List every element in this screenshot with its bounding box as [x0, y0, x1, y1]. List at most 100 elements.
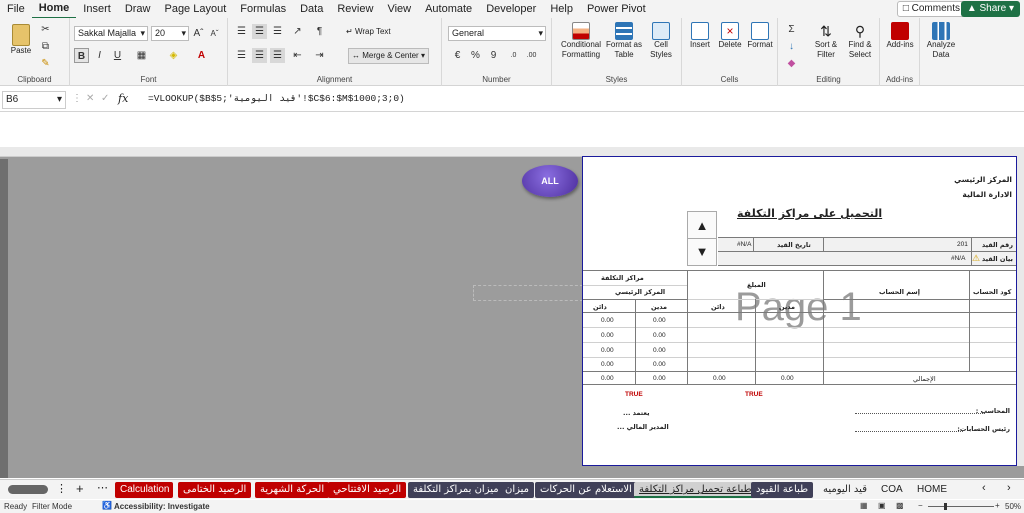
tab-cost-center-print[interactable]: طباعة تحميل مراكز التكلفة	[634, 482, 757, 498]
tab-closing-balance[interactable]: الرصيد الختامى	[178, 482, 252, 498]
cut-icon[interactable]: ✂	[38, 22, 53, 37]
zoom-slider[interactable]	[928, 506, 994, 507]
more-sheets-icon[interactable]: ⋯	[97, 481, 108, 494]
font-size-select[interactable]: 20 ▾	[151, 26, 189, 41]
tab-trial-balance-cc[interactable]: ميزان بمراكز التكلفة	[408, 482, 504, 498]
next-entry-button[interactable]: ▼	[688, 239, 716, 265]
decrease-decimal-icon[interactable]: .00	[524, 48, 539, 63]
menu-data[interactable]: Data	[293, 0, 330, 18]
zoom-level[interactable]: 50%	[1005, 502, 1021, 511]
merge-center-button[interactable]: ↔ Merge & Center ▾	[348, 48, 429, 64]
addins-button[interactable]: Add-ins	[882, 22, 918, 50]
menu-help[interactable]: Help	[543, 0, 580, 18]
borders-icon[interactable]: ▦	[134, 48, 149, 63]
wrap-text-button[interactable]: ↵ Wrap Text	[346, 27, 391, 37]
previous-entry-button[interactable]: ▲	[688, 212, 716, 239]
comma-icon[interactable]: 9	[486, 48, 501, 63]
align-left-icon[interactable]: ☰	[234, 48, 249, 63]
cancel-icon[interactable]: ✕	[86, 93, 94, 104]
warning-icon[interactable]: ⚠	[972, 253, 980, 264]
currency-icon[interactable]: €	[450, 48, 465, 63]
tab-movements-inquiry[interactable]: الاستعلام عن الحركات	[535, 482, 637, 498]
page-layout-view-icon[interactable]: ▣	[878, 501, 886, 510]
paste-button[interactable]: Paste	[8, 24, 34, 56]
add-sheet-icon[interactable]: +	[76, 481, 84, 496]
cell-styles-button[interactable]: Cell Styles	[644, 22, 678, 60]
increase-font-icon[interactable]: Aˆ	[191, 26, 206, 41]
bold-button[interactable]: B	[74, 48, 89, 63]
cc-row-1-debit[interactable]: 0.00	[653, 317, 666, 324]
format-painter-icon[interactable]: ✎	[38, 56, 53, 71]
tab-calculation[interactable]: Calculation	[115, 482, 173, 498]
align-bottom-icon[interactable]: ☰	[270, 24, 285, 39]
normal-view-icon[interactable]: ▦	[860, 501, 868, 510]
delete-cells-button[interactable]: × Delete	[716, 22, 744, 50]
menu-formulas[interactable]: Formulas	[233, 0, 293, 18]
analyze-data-button[interactable]: Analyze Data	[922, 22, 960, 60]
chevron-right-icon[interactable]: ›	[1007, 482, 1011, 494]
menu-developer[interactable]: Developer	[479, 0, 543, 18]
cc-row-2-debit[interactable]: 0.00	[653, 332, 666, 339]
page-break-view-icon[interactable]: ▩	[896, 501, 904, 510]
tab-print-entries[interactable]: طباعة القيود	[751, 482, 814, 498]
cc-row-4-credit[interactable]: 0.00	[601, 361, 614, 368]
zoom-out-icon[interactable]: −	[918, 501, 923, 510]
format-as-table-button[interactable]: Format as Table	[606, 22, 642, 60]
all-button[interactable]: ALL	[522, 165, 578, 197]
cc-row-4-debit[interactable]: 0.00	[653, 361, 666, 368]
copy-icon[interactable]: ⧉	[38, 39, 53, 54]
menu-home[interactable]: Home	[31, 0, 77, 19]
tab-monthly-movement[interactable]: الحركة الشهرية	[255, 482, 330, 498]
align-center-icon[interactable]: ☰	[252, 48, 267, 63]
decrease-font-icon[interactable]: Aˇ	[207, 26, 222, 41]
conditional-formatting-button[interactable]: Conditional Formatting	[558, 22, 604, 60]
enter-icon[interactable]: ✓	[101, 93, 109, 104]
menu-review[interactable]: Review	[330, 0, 380, 18]
menu-insert[interactable]: Insert	[76, 0, 118, 18]
menu-file[interactable]: File	[0, 0, 32, 18]
clear-icon[interactable]: ◆	[784, 56, 799, 71]
cc-row-3-credit[interactable]: 0.00	[601, 347, 614, 354]
chevron-left-icon[interactable]: ‹	[982, 482, 986, 494]
menu-automate[interactable]: Automate	[418, 0, 479, 18]
percent-icon[interactable]: %	[468, 48, 483, 63]
increase-decimal-icon[interactable]: .0	[506, 48, 521, 63]
insert-cells-button[interactable]: Insert	[686, 22, 714, 50]
tab-scroll-handle[interactable]	[8, 485, 48, 494]
cc-row-2-credit[interactable]: 0.00	[601, 332, 614, 339]
fill-color-icon[interactable]: ◈	[166, 48, 181, 63]
align-middle-icon[interactable]: ☰	[252, 24, 267, 39]
autosum-icon[interactable]: Σ	[784, 22, 799, 37]
sort-filter-button[interactable]: ⇅ Sort & Filter	[810, 22, 842, 60]
fill-icon[interactable]: ↓	[784, 39, 799, 54]
underline-button[interactable]: U	[110, 48, 125, 63]
menu-power-pivot[interactable]: Power Pivot	[580, 0, 653, 18]
cc-row-3-debit[interactable]: 0.00	[653, 347, 666, 354]
menu-view[interactable]: View	[380, 0, 418, 18]
orientation-icon[interactable]: ↗	[290, 24, 305, 39]
zoom-thumb[interactable]	[944, 503, 947, 510]
comments-button[interactable]: □ Comments	[896, 1, 966, 17]
decrease-indent-icon[interactable]: ⇤	[290, 48, 305, 63]
tab-journal[interactable]: قيد اليوميه	[818, 482, 872, 498]
tab-trial-balance[interactable]: ميزان	[500, 482, 535, 498]
menu-page-layout[interactable]: Page Layout	[157, 0, 233, 18]
menu-draw[interactable]: Draw	[118, 0, 158, 18]
vertical-scrollbar[interactable]	[0, 159, 8, 478]
align-top-icon[interactable]: ☰	[234, 24, 249, 39]
name-box[interactable]: B6 ▾	[2, 91, 66, 109]
font-name-select[interactable]: Sakkal Majalla ▾	[74, 26, 148, 41]
number-format-select[interactable]: General ▾	[448, 26, 546, 41]
formula-input[interactable]: =VLOOKUP($B$5;'قيد اليومية'!$C$6:$M$1000…	[148, 93, 405, 104]
cc-row-1-credit[interactable]: 0.00	[601, 317, 614, 324]
more-options-icon[interactable]: ⋮	[56, 482, 67, 495]
accessibility-status[interactable]: Accessibility: Investigate	[114, 502, 210, 511]
tab-coa[interactable]: COA	[876, 482, 908, 498]
align-right-icon[interactable]: ☰	[270, 48, 285, 63]
sheet-area[interactable]: ALL Page 1 المركز الرئيسي الادارة المالي…	[0, 147, 1024, 478]
font-color-icon[interactable]: A	[194, 48, 209, 63]
rtl-icon[interactable]: ¶	[312, 24, 327, 39]
formula-options-icon[interactable]: ⋮	[72, 93, 82, 104]
share-button[interactable]: ▲ Share ▾	[960, 1, 1020, 17]
zoom-in-icon[interactable]: +	[995, 501, 1000, 510]
